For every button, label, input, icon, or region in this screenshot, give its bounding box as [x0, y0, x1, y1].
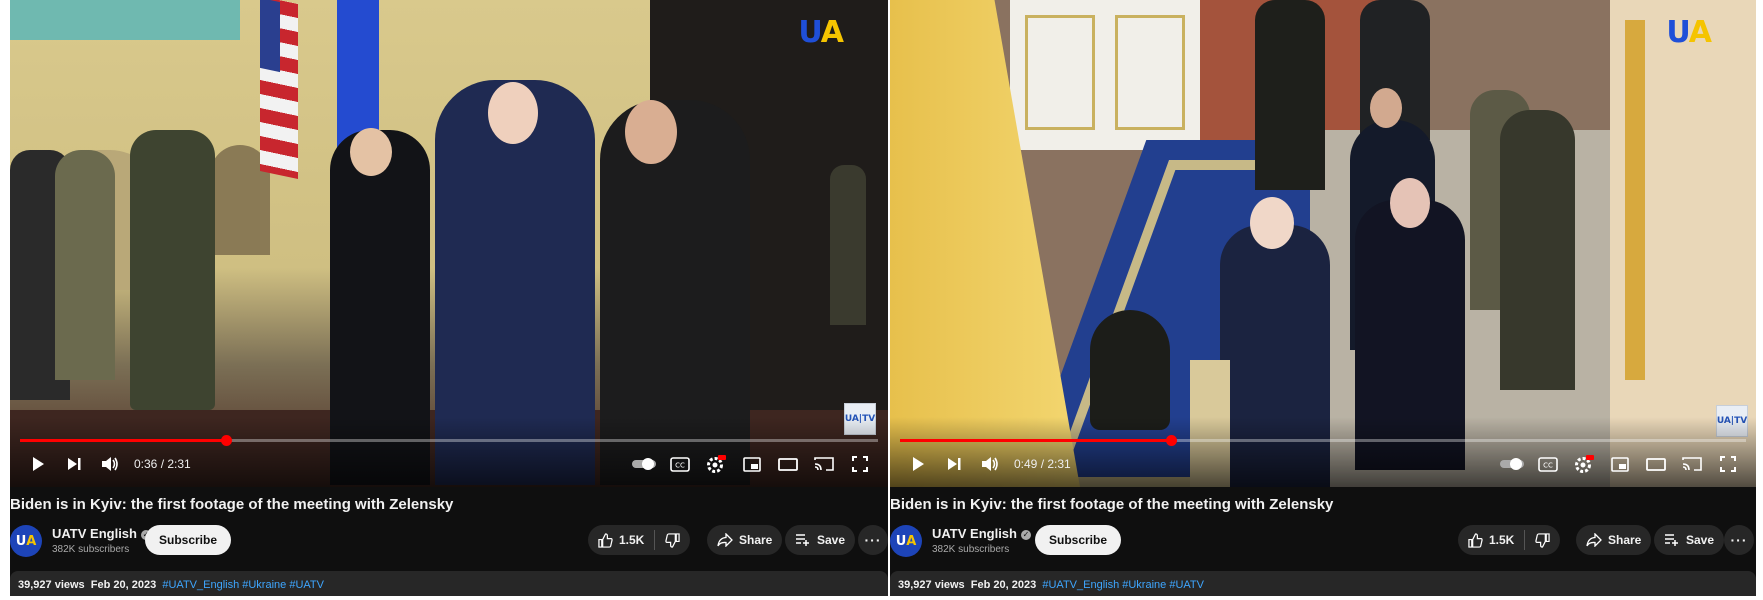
captions-icon[interactable]: CC	[1530, 447, 1566, 481]
dislike-button[interactable]	[1525, 525, 1560, 555]
channel-avatar[interactable]: UA	[890, 525, 922, 557]
cast-icon[interactable]	[1674, 447, 1710, 481]
channel-row: UA UATV English✓ 382K subscribers Subscr…	[10, 523, 888, 559]
settings-icon[interactable]	[698, 447, 734, 481]
next-icon[interactable]	[56, 447, 92, 481]
channel-name[interactable]: UATV English✓	[932, 526, 1031, 541]
volume-icon[interactable]	[972, 447, 1008, 481]
video-player[interactable]: UA UA|TV 0:49 / 2:31 CC	[890, 0, 1756, 487]
like-icon	[598, 532, 613, 548]
like-button[interactable]: 1.5K	[1458, 525, 1524, 555]
save-icon	[1665, 534, 1678, 546]
more-icon[interactable]: ···	[1724, 525, 1754, 555]
save-icon	[796, 534, 809, 546]
video-meta: 39,927 views Feb 20, 2023 #UATV_English …	[898, 579, 1204, 591]
svg-text:CC: CC	[1543, 461, 1553, 469]
progress-fill	[900, 439, 1171, 442]
captions-icon[interactable]: CC	[662, 447, 698, 481]
player-controls: 0:36 / 2:31 CC	[20, 447, 878, 481]
autoplay-toggle-icon[interactable]	[626, 447, 662, 481]
share-icon	[717, 533, 733, 547]
like-icon	[1468, 532, 1483, 548]
subscribe-button[interactable]: Subscribe	[1035, 525, 1122, 555]
player-controls: 0:49 / 2:31 CC	[900, 447, 1746, 481]
youtube-panel-right: UA UA|TV 0:49 / 2:31 CC Biden is in Kyiv…	[890, 0, 1756, 596]
share-icon	[1586, 533, 1602, 547]
channel-name[interactable]: UATV English✓	[52, 526, 151, 541]
video-frame	[890, 0, 1756, 487]
uatv-watermark: UA	[1666, 15, 1712, 50]
cast-icon[interactable]	[806, 447, 842, 481]
progress-bar[interactable]	[20, 435, 878, 446]
theater-icon[interactable]	[1638, 447, 1674, 481]
video-title[interactable]: Biden is in Kyiv: the first footage of t…	[10, 496, 453, 513]
autoplay-toggle-icon[interactable]	[1494, 447, 1530, 481]
dislike-icon	[1535, 532, 1551, 548]
channel-avatar[interactable]: UA	[10, 525, 42, 557]
like-dislike-group: 1.5K	[1458, 525, 1561, 555]
dislike-button[interactable]	[655, 525, 690, 555]
progress-fill	[20, 439, 226, 442]
channel-row: UA UATV English✓ 382K subscribers Subscr…	[890, 523, 1756, 559]
like-button[interactable]: 1.5K	[588, 525, 654, 555]
miniplayer-icon[interactable]	[1602, 447, 1638, 481]
svg-text:CC: CC	[675, 461, 685, 469]
save-button[interactable]: Save	[785, 525, 856, 555]
video-frame	[10, 0, 888, 487]
subscriber-count: 382K subscribers	[52, 544, 130, 555]
share-button[interactable]: Share	[707, 525, 783, 555]
time-display: 0:36 / 2:31	[134, 457, 191, 471]
miniplayer-icon[interactable]	[734, 447, 770, 481]
video-title[interactable]: Biden is in Kyiv: the first footage of t…	[890, 496, 1333, 513]
description-box[interactable]: 39,927 views Feb 20, 2023 #UATV_English …	[890, 571, 1756, 596]
settings-icon[interactable]	[1566, 447, 1602, 481]
progress-bar[interactable]	[900, 435, 1746, 446]
play-icon[interactable]	[900, 447, 936, 481]
volume-icon[interactable]	[92, 447, 128, 481]
progress-knob[interactable]	[220, 435, 232, 446]
fullscreen-icon[interactable]	[1710, 447, 1746, 481]
subscriber-count: 382K subscribers	[932, 544, 1010, 555]
like-dislike-group: 1.5K	[588, 525, 691, 555]
hashtags[interactable]: #UATV_English #Ukraine #UATV	[162, 579, 324, 591]
video-player[interactable]: UA UA|TV 0:36 / 2:31 CC	[10, 0, 888, 487]
next-icon[interactable]	[936, 447, 972, 481]
screenshot-stage: UA UA|TV 0:36 / 2:31 CC Biden is in Kyiv…	[0, 0, 1763, 600]
save-button[interactable]: Save	[1654, 525, 1725, 555]
description-box[interactable]: 39,927 views Feb 20, 2023 #UATV_English …	[10, 571, 888, 596]
verified-check-icon: ✓	[1020, 530, 1031, 540]
progress-knob[interactable]	[1165, 435, 1177, 446]
time-display: 0:49 / 2:31	[1014, 457, 1071, 471]
fullscreen-icon[interactable]	[842, 447, 878, 481]
hashtags[interactable]: #UATV_English #Ukraine #UATV	[1042, 579, 1204, 591]
subscribe-button[interactable]: Subscribe	[145, 525, 232, 555]
theater-icon[interactable]	[770, 447, 806, 481]
video-meta: 39,927 views Feb 20, 2023 #UATV_English …	[18, 579, 324, 591]
youtube-panel-left: UA UA|TV 0:36 / 2:31 CC Biden is in Kyiv…	[10, 0, 888, 596]
more-icon[interactable]: ···	[858, 525, 888, 555]
share-button[interactable]: Share	[1576, 525, 1652, 555]
uatv-watermark: UA	[798, 15, 844, 50]
play-icon[interactable]	[20, 447, 56, 481]
dislike-icon	[665, 532, 681, 548]
